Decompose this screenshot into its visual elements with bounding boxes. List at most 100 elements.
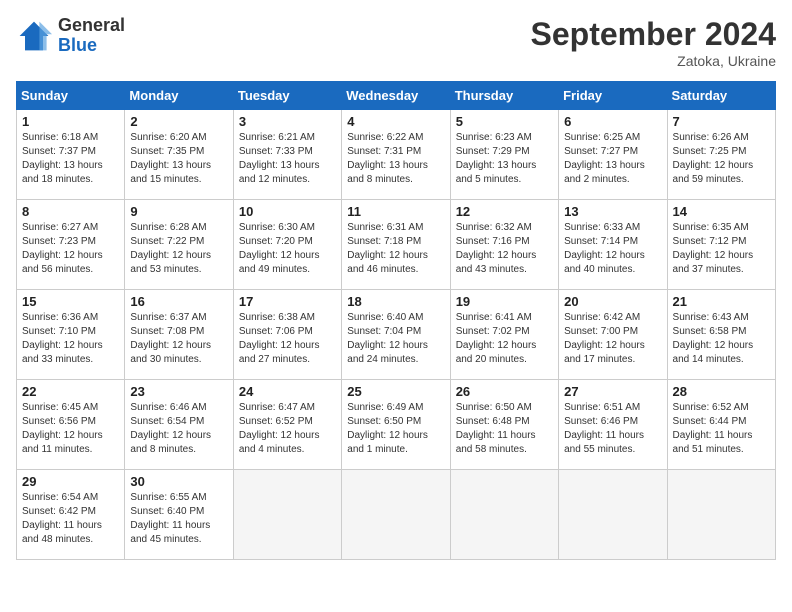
table-row: 19Sunrise: 6:41 AM Sunset: 7:02 PM Dayli…	[450, 290, 558, 380]
table-row: 9 Sunrise: 6:28 AM Sunset: 7:22 PM Daylig…	[125, 200, 233, 290]
day-info: Sunrise: 6:27 AM Sunset: 7:23 PM Dayligh…	[22, 221, 119, 277]
day-number: 22	[22, 384, 119, 399]
day-info: Sunrise: 6:32 AM Sunset: 7:16 PM Dayligh…	[456, 221, 553, 277]
table-row: 26 Sunrise: 6:50 AM Sunset: 6:48 PM Dayli…	[450, 380, 558, 470]
table-row: 25 Sunrise: 6:49 AM Sunset: 6:50 PM Dayli…	[342, 380, 450, 470]
day-number: 3	[239, 114, 336, 129]
day-info: Sunrise: 6:40 AM Sunset: 7:04 PM Dayligh…	[347, 311, 444, 367]
title-block: September 2024 Zatoka, Ukraine	[531, 16, 776, 69]
day-info: Sunrise: 6:47 AM Sunset: 6:52 PM Dayligh…	[239, 401, 336, 457]
header-row: SundayMondayTuesdayWednesdayThursdayFrid…	[17, 82, 776, 110]
day-info: Sunrise: 6:25 AM Sunset: 7:27 PM Dayligh…	[564, 131, 661, 187]
table-row: 3 Sunrise: 6:21 AM Sunset: 7:33 PM Daylig…	[233, 110, 341, 200]
day-info: Sunrise: 6:30 AM Sunset: 7:20 PM Dayligh…	[239, 221, 336, 277]
table-row: 5 Sunrise: 6:23 AM Sunset: 7:29 PM Daylig…	[450, 110, 558, 200]
day-info: Sunrise: 6:26 AM Sunset: 7:25 PM Dayligh…	[673, 131, 770, 187]
day-info: Sunrise: 6:22 AM Sunset: 7:31 PM Dayligh…	[347, 131, 444, 187]
calendar-week-row: 29 Sunrise: 6:54 AM Sunset: 6:42 PM Dayli…	[17, 470, 776, 560]
table-row: 8 Sunrise: 6:27 AM Sunset: 7:23 PM Daylig…	[17, 200, 125, 290]
day-number: 15	[22, 294, 119, 309]
day-info: Sunrise: 6:33 AM Sunset: 7:14 PM Dayligh…	[564, 221, 661, 277]
table-row: 22 Sunrise: 6:45 AM Sunset: 6:56 PM Dayli…	[17, 380, 125, 470]
day-number: 17	[239, 294, 336, 309]
day-info: Sunrise: 6:55 AM Sunset: 6:40 PM Dayligh…	[130, 491, 227, 547]
day-info: Sunrise: 6:46 AM Sunset: 6:54 PM Dayligh…	[130, 401, 227, 457]
day-info: Sunrise: 6:49 AM Sunset: 6:50 PM Dayligh…	[347, 401, 444, 457]
table-row: 20 Sunrise: 6:42 AM Sunset: 7:00 PM Dayli…	[559, 290, 667, 380]
calendar-week-row: 8 Sunrise: 6:27 AM Sunset: 7:23 PM Daylig…	[17, 200, 776, 290]
table-row: 24 Sunrise: 6:47 AM Sunset: 6:52 PM Dayli…	[233, 380, 341, 470]
weekday-header: Monday	[125, 82, 233, 110]
table-row: 23Sunrise: 6:46 AM Sunset: 6:54 PM Dayli…	[125, 380, 233, 470]
logo: General Blue	[16, 16, 125, 56]
day-info: Sunrise: 6:50 AM Sunset: 6:48 PM Dayligh…	[456, 401, 553, 457]
day-number: 26	[456, 384, 553, 399]
page-header: General Blue September 2024 Zatoka, Ukra…	[16, 16, 776, 69]
day-number: 21	[673, 294, 770, 309]
table-row: 6 Sunrise: 6:25 AM Sunset: 7:27 PM Daylig…	[559, 110, 667, 200]
table-row: 28Sunrise: 6:52 AM Sunset: 6:44 PM Dayli…	[667, 380, 775, 470]
location: Zatoka, Ukraine	[531, 53, 776, 69]
table-row: 1 Sunrise: 6:18 AM Sunset: 7:37 PM Daylig…	[17, 110, 125, 200]
weekday-header: Friday	[559, 82, 667, 110]
logo-blue: Blue	[58, 36, 125, 56]
day-number: 11	[347, 204, 444, 219]
day-number: 1	[22, 114, 119, 129]
day-number: 8	[22, 204, 119, 219]
day-number: 16	[130, 294, 227, 309]
table-row: 11 Sunrise: 6:31 AM Sunset: 7:18 PM Dayli…	[342, 200, 450, 290]
table-row	[233, 470, 341, 560]
table-row: 15 Sunrise: 6:36 AM Sunset: 7:10 PM Dayli…	[17, 290, 125, 380]
day-number: 12	[456, 204, 553, 219]
table-row: 2 Sunrise: 6:20 AM Sunset: 7:35 PM Daylig…	[125, 110, 233, 200]
day-info: Sunrise: 6:20 AM Sunset: 7:35 PM Dayligh…	[130, 131, 227, 187]
logo-general: General	[58, 16, 125, 36]
calendar-table: SundayMondayTuesdayWednesdayThursdayFrid…	[16, 81, 776, 560]
day-number: 24	[239, 384, 336, 399]
table-row	[450, 470, 558, 560]
table-row: 27Sunrise: 6:51 AM Sunset: 6:46 PM Dayli…	[559, 380, 667, 470]
day-number: 4	[347, 114, 444, 129]
day-info: Sunrise: 6:31 AM Sunset: 7:18 PM Dayligh…	[347, 221, 444, 277]
table-row: 18Sunrise: 6:40 AM Sunset: 7:04 PM Dayli…	[342, 290, 450, 380]
day-info: Sunrise: 6:28 AM Sunset: 7:22 PM Dayligh…	[130, 221, 227, 277]
day-number: 9	[130, 204, 227, 219]
table-row: 4 Sunrise: 6:22 AM Sunset: 7:31 PM Daylig…	[342, 110, 450, 200]
day-number: 25	[347, 384, 444, 399]
calendar-week-row: 15 Sunrise: 6:36 AM Sunset: 7:10 PM Dayli…	[17, 290, 776, 380]
day-number: 2	[130, 114, 227, 129]
table-row: 14Sunrise: 6:35 AM Sunset: 7:12 PM Dayli…	[667, 200, 775, 290]
weekday-header: Wednesday	[342, 82, 450, 110]
table-row: 7Sunrise: 6:26 AM Sunset: 7:25 PM Daylig…	[667, 110, 775, 200]
day-info: Sunrise: 6:21 AM Sunset: 7:33 PM Dayligh…	[239, 131, 336, 187]
day-number: 13	[564, 204, 661, 219]
day-info: Sunrise: 6:35 AM Sunset: 7:12 PM Dayligh…	[673, 221, 770, 277]
table-row: 30 Sunrise: 6:55 AM Sunset: 6:40 PM Dayli…	[125, 470, 233, 560]
day-info: Sunrise: 6:54 AM Sunset: 6:42 PM Dayligh…	[22, 491, 119, 547]
day-info: Sunrise: 6:52 AM Sunset: 6:44 PM Dayligh…	[673, 401, 770, 457]
table-row: 21Sunrise: 6:43 AM Sunset: 6:58 PM Dayli…	[667, 290, 775, 380]
table-row: 12 Sunrise: 6:32 AM Sunset: 7:16 PM Dayli…	[450, 200, 558, 290]
month-title: September 2024	[531, 16, 776, 53]
logo-text: General Blue	[58, 16, 125, 56]
day-info: Sunrise: 6:38 AM Sunset: 7:06 PM Dayligh…	[239, 311, 336, 367]
day-number: 30	[130, 474, 227, 489]
day-info: Sunrise: 6:42 AM Sunset: 7:00 PM Dayligh…	[564, 311, 661, 367]
day-number: 5	[456, 114, 553, 129]
day-number: 20	[564, 294, 661, 309]
day-info: Sunrise: 6:23 AM Sunset: 7:29 PM Dayligh…	[456, 131, 553, 187]
logo-icon	[16, 18, 52, 54]
day-number: 6	[564, 114, 661, 129]
day-info: Sunrise: 6:45 AM Sunset: 6:56 PM Dayligh…	[22, 401, 119, 457]
table-row: 10 Sunrise: 6:30 AM Sunset: 7:20 PM Dayli…	[233, 200, 341, 290]
day-number: 27	[564, 384, 661, 399]
weekday-header: Saturday	[667, 82, 775, 110]
table-row: 13 Sunrise: 6:33 AM Sunset: 7:14 PM Dayli…	[559, 200, 667, 290]
day-number: 29	[22, 474, 119, 489]
day-info: Sunrise: 6:18 AM Sunset: 7:37 PM Dayligh…	[22, 131, 119, 187]
weekday-header: Tuesday	[233, 82, 341, 110]
day-number: 10	[239, 204, 336, 219]
table-row	[667, 470, 775, 560]
day-info: Sunrise: 6:36 AM Sunset: 7:10 PM Dayligh…	[22, 311, 119, 367]
table-row: 17 Sunrise: 6:38 AM Sunset: 7:06 PM Dayli…	[233, 290, 341, 380]
